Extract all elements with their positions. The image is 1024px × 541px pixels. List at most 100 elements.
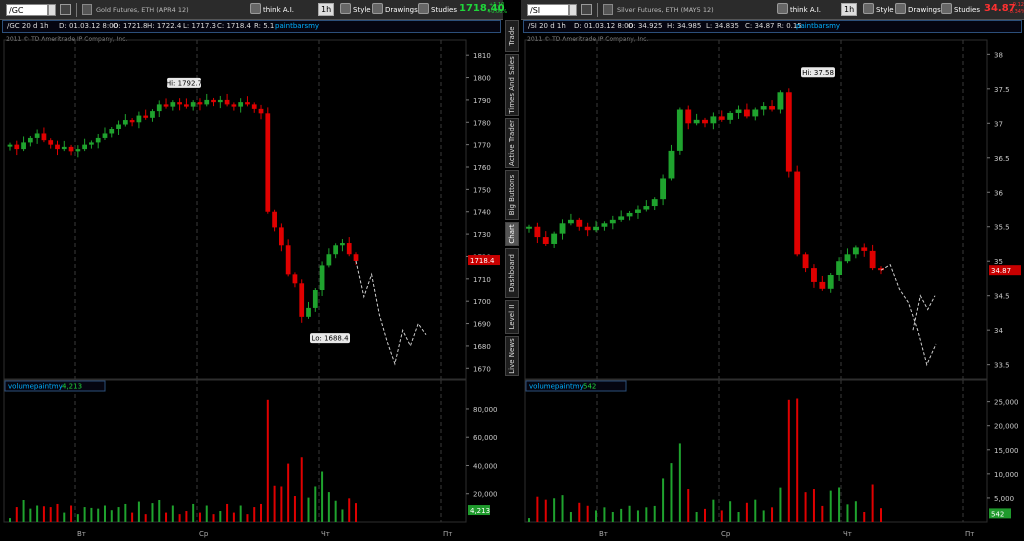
style-button[interactable]: Style — [863, 3, 894, 17]
volume-tag-box — [989, 508, 1011, 519]
copyright-text: 2011 © TD Ameritrade IP Company, Inc. — [527, 36, 649, 43]
candle-body — [14, 144, 20, 150]
candle-body — [211, 99, 216, 103]
style-icon — [863, 3, 874, 14]
side-tab-live-news[interactable]: Live News — [505, 336, 519, 376]
x-axis-label: Чт — [321, 530, 330, 538]
candle-body — [48, 140, 54, 145]
volume-bar — [544, 499, 547, 522]
side-tab-active-trader[interactable]: Active Trader — [505, 118, 519, 168]
bar-high: H: 34.985 — [667, 22, 702, 30]
y-tick-label: 1790 — [473, 97, 491, 105]
candle-body — [75, 149, 81, 152]
drawings-button[interactable]: Drawings — [372, 3, 418, 17]
volume-bar — [117, 507, 120, 522]
candle-body — [68, 146, 74, 152]
volume-bar — [695, 512, 698, 522]
volume-bar — [670, 463, 673, 522]
volume-bar — [260, 503, 263, 522]
silver-chart[interactable]: Вт Ср Чт Пт 38 37.5 37 36.5 36 35.5 35 34.5 34 33.5 Hi… — [521, 0, 1024, 541]
volume-bar — [737, 512, 740, 522]
volume-tag-box — [468, 505, 490, 516]
bar-high: H: 1722.4 — [147, 22, 182, 30]
bar-open: O: 34.925 — [628, 22, 663, 30]
y-tick-label: 1780 — [473, 119, 491, 127]
candle-body — [82, 144, 88, 150]
candle-body — [156, 104, 162, 112]
think-ai-button[interactable]: think A.I. — [777, 3, 821, 17]
volume-bar — [796, 398, 799, 522]
side-tab-dashboard[interactable]: Dashboard — [505, 248, 519, 298]
volume-bar — [293, 496, 296, 522]
last-price-tag-box — [989, 265, 1021, 276]
side-tab-chart[interactable]: Chart — [505, 222, 519, 246]
candle-body — [353, 254, 359, 261]
timeframe-selector[interactable]: 1h — [318, 3, 335, 16]
side-tab-level-ii[interactable]: Level II — [505, 300, 519, 334]
x-axis-label: Пт — [965, 530, 974, 538]
gold-chart[interactable]: Вт Ср Чт Пт 1810 1800 1790 1780 1770 1760 1750 1740… — [0, 0, 503, 541]
think-ai-label: think A.I. — [263, 6, 295, 14]
volume-pane-frame — [524, 379, 988, 523]
chart-id: /SI 20 d 1h — [528, 22, 566, 30]
link-icon[interactable] — [581, 4, 592, 15]
volume-bar — [83, 507, 86, 522]
volume-bar — [103, 505, 106, 522]
symbol-input[interactable]: /SI — [527, 4, 569, 16]
symbol-dropdown-icon[interactable] — [48, 4, 56, 16]
chart-info-bar: /GC 20 d 1h D: 01.03.12 8:00 O: 1721.8 H… — [2, 20, 501, 33]
volume-bar — [226, 503, 229, 522]
volume-bar — [97, 508, 100, 522]
style-icon — [340, 3, 351, 14]
studies-button[interactable]: Studies — [418, 3, 457, 17]
drawings-icon — [895, 3, 906, 14]
studies-button[interactable]: Studies — [941, 3, 980, 17]
volume-value: 4,213 — [62, 383, 82, 391]
study-label[interactable]: paintbarsmy — [275, 22, 319, 30]
side-tab-trade[interactable]: Trade — [505, 20, 519, 52]
volume-tick-label: 20,000 — [473, 491, 498, 499]
low-annotation-box — [310, 333, 350, 344]
think-ai-button[interactable]: think A.I. — [250, 3, 294, 17]
side-tab-times-and-sales[interactable]: Times And Sales — [505, 54, 519, 116]
x-axis-label: Вт — [599, 530, 608, 538]
y-tick-label: 37.5 — [994, 86, 1010, 94]
y-tick-label: 1800 — [473, 75, 491, 83]
study-label[interactable]: paintbarsmy — [796, 22, 840, 30]
volume-bar — [829, 490, 832, 522]
symbol-input[interactable]: /GC — [6, 4, 48, 16]
candle-body — [702, 119, 708, 124]
y-tick-label: 1730 — [473, 231, 491, 239]
candle-body — [878, 268, 884, 271]
candle-body — [109, 128, 115, 134]
symbol-dropdown-icon[interactable] — [569, 4, 577, 16]
candle-body — [567, 219, 574, 224]
candle-body — [184, 104, 189, 107]
link-icon[interactable] — [60, 4, 71, 15]
volume-tick-label: 40,000 — [473, 462, 498, 470]
instrument-icon — [603, 4, 613, 15]
volume-bar — [863, 512, 866, 522]
side-tab-big-buttons[interactable]: Big Buttons — [505, 170, 519, 220]
candle-body — [785, 92, 792, 172]
volume-bar — [553, 498, 556, 522]
candle-body — [197, 102, 203, 105]
candle-body — [869, 250, 876, 269]
volume-tick-label: 60,000 — [473, 434, 498, 442]
studies-label: Studies — [954, 6, 980, 14]
drawings-button[interactable]: Drawings — [895, 3, 941, 17]
volume-bar — [812, 489, 815, 522]
y-tick-label: 1710 — [473, 276, 491, 284]
candle-body — [122, 120, 128, 125]
timeframe-selector[interactable]: 1h — [841, 3, 858, 16]
instrument-description: Gold Futures, ETH (APR4 12) — [96, 6, 189, 14]
style-button[interactable]: Style — [340, 3, 371, 17]
volume-bar — [137, 501, 140, 522]
candle-body — [170, 102, 176, 107]
candle-body — [190, 102, 196, 107]
candle-body — [292, 274, 298, 284]
volume-bar — [762, 510, 765, 522]
candle-body — [693, 119, 700, 124]
bar-low: L: 1717.3 — [183, 22, 216, 30]
style-label: Style — [876, 6, 894, 14]
